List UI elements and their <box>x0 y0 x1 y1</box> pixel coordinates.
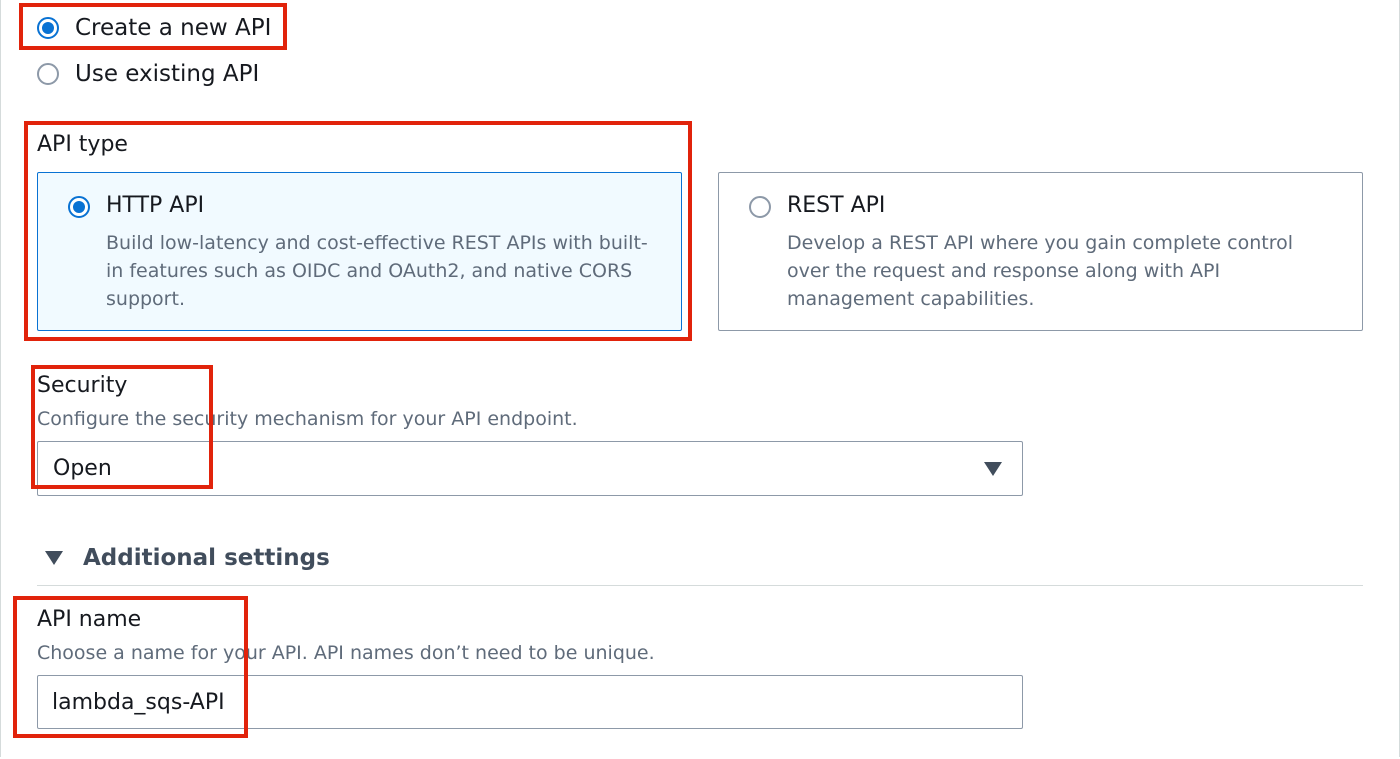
section-divider <box>37 585 1363 586</box>
radio-checked-icon <box>68 196 90 218</box>
radio-create-new-api[interactable]: Create a new API <box>37 15 271 41</box>
description-line: support. <box>106 288 185 310</box>
api-name-description: Choose a name for your API. API names do… <box>37 642 655 664</box>
card-title-http-api: HTTP API <box>106 193 205 218</box>
card-description-rest-api: Develop a REST API where you gain comple… <box>787 229 1293 313</box>
additional-settings-label: Additional settings <box>83 545 330 571</box>
additional-settings-toggle[interactable]: Additional settings <box>45 545 330 571</box>
radio-label-use-existing-api: Use existing API <box>75 61 260 87</box>
security-select-value: Open <box>53 456 112 481</box>
api-type-card-http[interactable]: HTTP API Build low-latency and cost-effe… <box>37 172 682 331</box>
caret-down-icon <box>984 462 1002 476</box>
description-line: in features such as OIDC and OAuth2, and… <box>106 260 633 282</box>
security-label: Security <box>37 373 128 398</box>
card-title-rest-api: REST API <box>787 193 886 218</box>
radio-unchecked-icon <box>749 196 771 218</box>
description-line: over the request and response along with… <box>787 260 1221 282</box>
card-description-http-api: Build low-latency and cost-effective RES… <box>106 229 648 313</box>
security-select[interactable]: Open <box>37 441 1023 496</box>
radio-label-create-new-api: Create a new API <box>75 15 272 41</box>
radio-use-existing-api[interactable]: Use existing API <box>37 61 259 87</box>
caret-down-icon <box>45 551 63 565</box>
description-line: management capabilities. <box>787 288 1035 310</box>
api-name-label: API name <box>37 607 142 632</box>
radio-checked-icon <box>37 17 59 39</box>
api-type-card-rest[interactable]: REST API Develop a REST API where you ga… <box>718 172 1363 331</box>
api-name-input[interactable] <box>37 675 1023 729</box>
description-line: Build low-latency and cost-effective RES… <box>106 232 648 254</box>
security-description: Configure the security mechanism for you… <box>37 408 578 430</box>
description-line: Develop a REST API where you gain comple… <box>787 232 1294 254</box>
api-type-label: API type <box>37 132 128 157</box>
radio-unchecked-icon <box>37 63 59 85</box>
